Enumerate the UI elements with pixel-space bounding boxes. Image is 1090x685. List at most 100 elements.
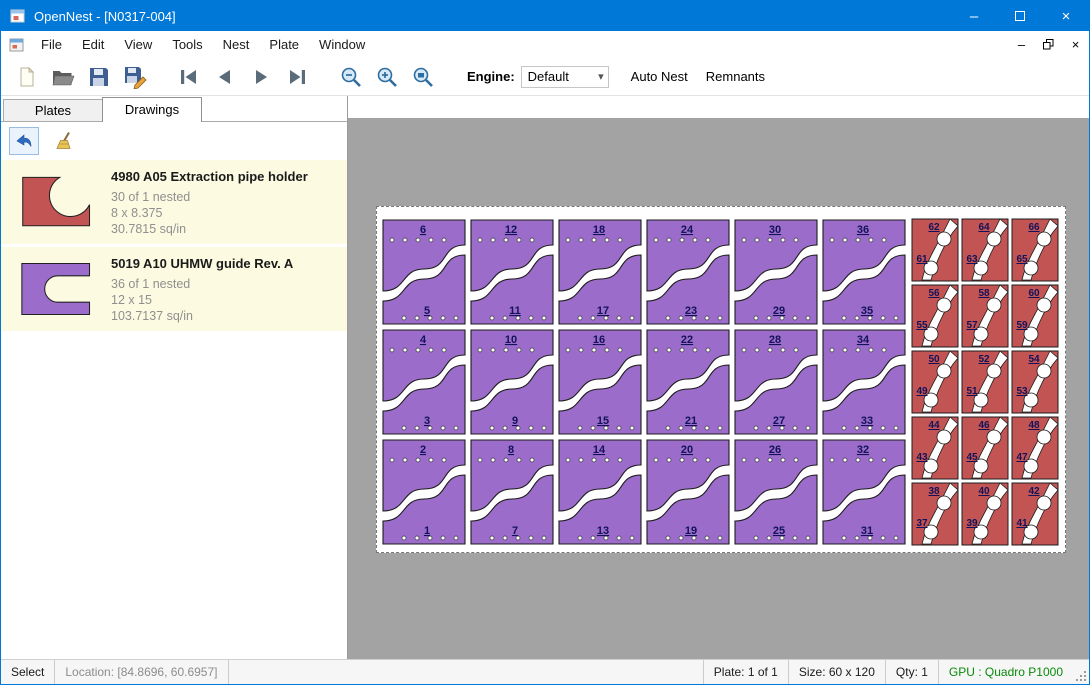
- drawing-area: 30.7815 sq/in: [111, 221, 308, 237]
- nest-part-pair-red[interactable]: 64 63: [960, 217, 1010, 283]
- part-number: 10: [505, 334, 517, 346]
- part-number: 1: [424, 525, 430, 537]
- zoom-fit-button[interactable]: [405, 61, 441, 93]
- part-number: 33: [861, 415, 873, 427]
- nest-part-pair-red[interactable]: 42 41: [1010, 481, 1060, 547]
- drawing-list-item-1[interactable]: 4980 A05 Extraction pipe holder 30 of 1 …: [1, 160, 347, 244]
- nest-part-pair-purple[interactable]: 6 5: [380, 217, 468, 327]
- nest-part-pair-purple[interactable]: 22 21: [644, 327, 732, 437]
- new-button[interactable]: [9, 61, 45, 93]
- zoom-out-button[interactable]: [333, 61, 369, 93]
- nest-part-pair-red[interactable]: 60 59: [1010, 283, 1060, 349]
- zoom-in-button[interactable]: [369, 61, 405, 93]
- nest-part-pair-purple[interactable]: 12 11: [468, 217, 556, 327]
- part-number: 37: [916, 518, 928, 529]
- menu-item-view[interactable]: View: [114, 31, 162, 58]
- nest-part-pair-red[interactable]: 40 39: [960, 481, 1010, 547]
- first-button[interactable]: [171, 61, 207, 93]
- nest-part-pair-purple[interactable]: 34 33: [820, 327, 908, 437]
- nest-part-pair-purple[interactable]: 10 9: [468, 327, 556, 437]
- nest-part-pair-red[interactable]: 46 45: [960, 415, 1010, 481]
- open-button[interactable]: [45, 61, 81, 93]
- nest-part-pair-purple[interactable]: 8 7: [468, 437, 556, 547]
- nest-part-pair-purple[interactable]: 16 15: [556, 327, 644, 437]
- drawing-title: 5019 A10 UHMW guide Rev. A: [111, 256, 293, 271]
- maximize-button[interactable]: [997, 1, 1043, 31]
- purple-grid: 6 5 12 11 18 17 24 23 30 29 36 35 4 3: [380, 217, 908, 547]
- menu-item-tools[interactable]: Tools: [162, 31, 212, 58]
- drawing-nested-count: 36 of 1 nested: [111, 276, 293, 292]
- nest-part-pair-purple[interactable]: 20 19: [644, 437, 732, 547]
- nest-part-pair-red[interactable]: 52 51: [960, 349, 1010, 415]
- tab-drawings[interactable]: Drawings: [102, 97, 202, 122]
- nest-canvas[interactable]: 6 5 12 11 18 17 24 23 30 29 36 35 4 3: [348, 96, 1089, 659]
- part-number: 5: [424, 305, 430, 317]
- nest-part-pair-purple[interactable]: 4 3: [380, 327, 468, 437]
- nest-part-pair-red[interactable]: 62 61: [910, 217, 960, 283]
- menu-item-plate[interactable]: Plate: [259, 31, 309, 58]
- mdi-close-button[interactable]: ×: [1062, 34, 1089, 56]
- menu-item-edit[interactable]: Edit: [72, 31, 114, 58]
- last-button[interactable]: [279, 61, 315, 93]
- part-number: 61: [916, 254, 928, 265]
- part-number: 34: [857, 334, 870, 346]
- nest-part-pair-purple[interactable]: 26 25: [732, 437, 820, 547]
- part-number: 19: [685, 525, 697, 537]
- remnants-button[interactable]: Remnants: [700, 65, 771, 88]
- zoom-in-icon: [375, 65, 399, 89]
- part-number: 6: [420, 224, 426, 236]
- part-number: 24: [681, 224, 694, 236]
- drawing-thumbnail-red-part: [11, 167, 103, 237]
- drawing-thumbnail-purple-part: [11, 254, 103, 324]
- nest-part-pair-red[interactable]: 44 43: [910, 415, 960, 481]
- part-number: 27: [773, 415, 785, 427]
- plate[interactable]: 6 5 12 11 18 17 24 23 30 29 36 35 4 3: [376, 206, 1066, 553]
- nest-part-pair-red[interactable]: 58 57: [960, 283, 1010, 349]
- nest-part-pair-red[interactable]: 50 49: [910, 349, 960, 415]
- nest-part-pair-red[interactable]: 54 53: [1010, 349, 1060, 415]
- nest-part-pair-purple[interactable]: 2 1: [380, 437, 468, 547]
- drawing-area: 103.7137 sq/in: [111, 308, 293, 324]
- import-drawing-button[interactable]: [9, 127, 39, 155]
- nest-part-pair-purple[interactable]: 18 17: [556, 217, 644, 327]
- part-number: 51: [966, 386, 978, 397]
- nest-part-pair-red[interactable]: 66 65: [1010, 217, 1060, 283]
- part-number: 64: [978, 222, 990, 233]
- drawing-size: 12 x 15: [111, 292, 293, 308]
- tab-plates[interactable]: Plates: [3, 99, 103, 121]
- part-number: 22: [681, 334, 693, 346]
- close-button[interactable]: ×: [1043, 1, 1089, 31]
- nest-part-pair-red[interactable]: 48 47: [1010, 415, 1060, 481]
- clear-drawings-button[interactable]: [49, 127, 79, 155]
- resize-grip[interactable]: [1073, 660, 1089, 684]
- previous-button[interactable]: [207, 61, 243, 93]
- mdi-child-icon[interactable]: [9, 37, 25, 53]
- minimize-button[interactable]: –: [951, 1, 997, 31]
- nest-part-pair-purple[interactable]: 24 23: [644, 217, 732, 327]
- zoom-fit-icon: [411, 65, 435, 89]
- auto-nest-button[interactable]: Auto Nest: [625, 65, 694, 88]
- menu-item-file[interactable]: File: [31, 31, 72, 58]
- nest-part-pair-red[interactable]: 56 55: [910, 283, 960, 349]
- part-number: 7: [512, 525, 518, 537]
- nest-part-pair-purple[interactable]: 30 29: [732, 217, 820, 327]
- nest-part-pair-red[interactable]: 38 37: [910, 481, 960, 547]
- nest-part-pair-purple[interactable]: 14 13: [556, 437, 644, 547]
- save-as-button[interactable]: [117, 61, 153, 93]
- engine-select[interactable]: Default ▾: [521, 66, 609, 88]
- save-button[interactable]: [81, 61, 117, 93]
- drawing-title: 4980 A05 Extraction pipe holder: [111, 169, 308, 184]
- drawing-list-item-2[interactable]: 5019 A10 UHMW guide Rev. A 36 of 1 neste…: [1, 247, 347, 331]
- next-button[interactable]: [243, 61, 279, 93]
- nest-part-pair-purple[interactable]: 28 27: [732, 327, 820, 437]
- nest-part-pair-purple[interactable]: 32 31: [820, 437, 908, 547]
- nest-part-pair-purple[interactable]: 36 35: [820, 217, 908, 327]
- broom-icon: [54, 131, 74, 151]
- part-number: 13: [597, 525, 609, 537]
- part-number: 63: [966, 254, 978, 265]
- mdi-restore-button[interactable]: [1035, 34, 1062, 56]
- menu-item-nest[interactable]: Nest: [213, 31, 260, 58]
- menu-item-window[interactable]: Window: [309, 31, 375, 58]
- mdi-minimize-button[interactable]: –: [1008, 34, 1035, 56]
- status-bar: Select Location: [84.8696, 60.6957] Plat…: [1, 659, 1089, 684]
